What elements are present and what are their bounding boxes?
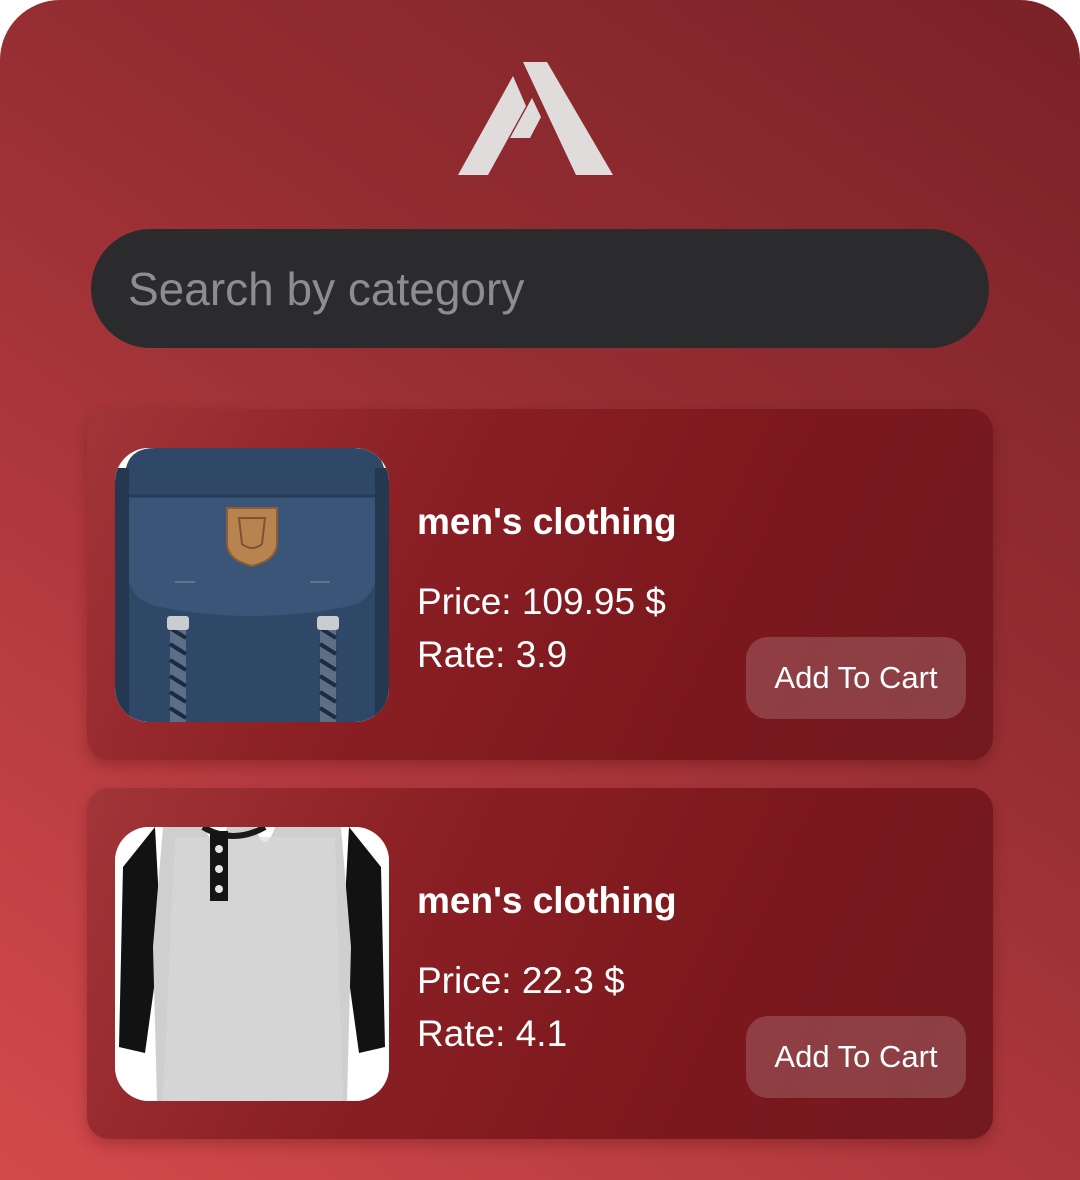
search-bar[interactable] — [91, 229, 989, 348]
product-category: men's clothing — [417, 501, 677, 542]
backpack-image — [115, 448, 389, 722]
product-card: men's clothing Price: 109.95 $ Rate: 3.9… — [87, 409, 993, 760]
product-rate: Rate: 4.1 — [417, 1013, 568, 1054]
product-price: Price: 22.3 $ — [417, 960, 625, 1001]
search-input[interactable] — [128, 229, 989, 348]
add-to-cart-button[interactable]: Add To Cart — [746, 1016, 966, 1098]
add-to-cart-button[interactable]: Add To Cart — [746, 637, 966, 719]
product-rate: Rate: 3.9 — [417, 634, 568, 675]
product-category: men's clothing — [417, 880, 677, 921]
product-card: men's clothing Price: 22.3 $ Rate: 4.1 A… — [87, 788, 993, 1139]
app-screen: men's clothing Price: 109.95 $ Rate: 3.9… — [0, 0, 1080, 1180]
henley-shirt-image — [115, 827, 389, 1101]
product-price: Price: 109.95 $ — [417, 581, 666, 622]
triangle-a-logo-icon — [458, 62, 613, 175]
